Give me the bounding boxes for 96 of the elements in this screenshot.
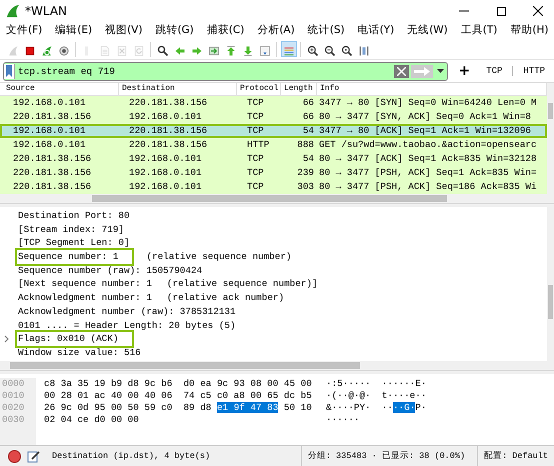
table-cell-text: 192.168.0.101 [12,138,87,152]
menu-item[interactable]: 工具(T) [458,22,500,39]
detail-note: (relative sequence number)] [166,277,318,292]
detail-line[interactable]: Destination Port: 80 [17,209,131,223]
table-cell-text: TCP [246,166,265,180]
ascii-text: &····PY· ·· [326,402,393,413]
table-cell-text: 80 → 3477 [PSH, ACK] Seq=186 Ack=835 Wi [318,180,538,194]
offset-label: 0000 [2,378,26,390]
hex-bytes: 50 10 [282,402,312,413]
packet-row[interactable]: 220.181.38.156 192.168.0.101 TCP 239 80 → 3477 [PSH, ACK] Seq=1 Ack=835 Win= [0,166,547,180]
table-cell-text: 192.168.0.101 [128,110,203,124]
table-cell-text: 220.181.38.156 [12,152,92,166]
detail-line[interactable]: [Next sequence number: 1 [17,277,153,292]
table-cell-text: 54 [302,124,315,138]
column-header[interactable]: Protocol [237,83,281,95]
menu-item[interactable]: 文件(F) [3,22,46,39]
table-cell-text: TCP [246,110,265,124]
detail-note: (relative sequence number) [146,250,292,264]
detail-line[interactable]: 0101 .... = Header Length: 20 bytes (5) [17,318,237,332]
menu-item[interactable]: 分析(A) [254,22,298,39]
detail-line[interactable]: Acknowledgment number (raw): 3785312131 [17,304,237,319]
table-cell-text: 54 [302,152,315,166]
ascii-text: P· [415,402,426,413]
column-header[interactable]: Source [3,83,119,95]
table-cell-text: 66 [302,110,315,124]
table-cell-text: 303 [296,180,315,194]
table-cell-text: 3477 → 80 [SYN] Seq=0 Win=64240 Len=0 M [318,96,538,110]
table-cell-text: 80 → 3477 [SYN, ACK] Seq=0 Ack=1 Win=8 [318,110,532,124]
offset-label: 0030 [2,414,26,426]
packet-row[interactable]: 192.168.0.101 220.181.38.156 HTTP 888 GET /su?wd=www.taobao.&action=opensearc [0,138,547,152]
filter-button[interactable]: TCP [480,66,508,76]
table-cell-text: 80 → 3477 [PSH, ACK] Seq=1 Ack=835 Win= [318,166,538,180]
hex-bytes: e1 9f 47 83 [216,402,278,413]
detail-line[interactable]: Window size value: 516 [17,346,142,360]
detail-line[interactable]: [Stream index: 719] [17,222,126,236]
detail-line[interactable]: Flags: 0x010 (ACK) [17,332,132,346]
menu-item[interactable]: 编辑(E) [52,22,96,39]
table-cell-text: 220.181.38.156 [128,96,208,110]
packet-row[interactable]: 192.168.0.101 220.181.38.156 TCP 66 3477 → 80 [SYN] Seq=0 Win=64240 Len=0 M [0,96,547,110]
table-cell-text: TCP [246,152,265,166]
table-cell-text: 192.168.0.101 [128,166,203,180]
window-title: *WLAN [25,4,68,18]
menu-item[interactable]: 统计(S) [304,22,348,39]
table-cell-text: 220.181.38.156 [128,124,208,138]
hex-bytes: 02 04 ce d0 00 00 [44,414,139,425]
table-cell-text: 192.168.0.101 [128,180,203,194]
menu-item[interactable]: 电话(Y) [354,22,398,39]
profile-label[interactable]: 配置: Default [477,446,554,466]
menu-item[interactable]: 视图(V) [102,22,146,39]
packet-count: 分组: 335483 · 已显示: 38 (0.0%) [300,446,472,466]
table-cell-text: TCP [246,96,265,110]
offset-label: 0020 [2,402,26,414]
ascii-text: ·:5····· ······E· [326,378,426,389]
packet-row[interactable]: 220.181.38.156 192.168.0.101 TCP 66 80 → 3477 [SYN, ACK] Seq=0 Ack=1 Win=8 [0,110,547,124]
ascii-text: ··G· [392,402,416,413]
menu-item[interactable]: 跳转(G) [152,22,197,39]
hex-bytes: 00 28 01 ac 40 00 40 06 74 c5 c0 a8 00 65 dc b5 [44,390,312,401]
detail-note: (relative ack number) [166,291,284,305]
column-header[interactable]: Destination [119,83,237,95]
table-cell-text: 66 [302,96,315,110]
table-cell-text: 192.168.0.101 [12,96,87,110]
table-cell-text: 220.181.38.156 [12,166,92,180]
packet-row[interactable]: 192.168.0.101 220.181.38.156 TCP 54 3477 → 80 [ACK] Seq=1 Ack=1 Win=132096 [0,124,547,138]
menu-item[interactable]: 无线(W) [404,22,451,39]
table-cell-text: 192.168.0.101 [128,152,203,166]
detail-line[interactable]: Acknowledgment number: 1 [17,291,153,305]
table-cell-text: 220.181.38.156 [128,138,208,152]
table-cell-text: 239 [296,166,315,180]
table-cell-text: TCP [246,124,265,138]
packet-row[interactable]: 220.181.38.156 192.168.0.101 TCP 303 80 → 3477 [PSH, ACK] Seq=186 Ack=835 Wi [0,180,547,194]
table-cell-text: TCP [246,180,265,194]
menu-item[interactable]: 帮助(H) [507,22,552,39]
table-cell-text: 192.168.0.101 [12,124,87,138]
hex-bytes: c8 3a 35 19 b9 d8 9c b6 d0 ea 9c 93 08 00 45 00 [44,378,312,389]
offset-label: 0010 [2,390,26,402]
table-cell-text: GET /su?wd=www.taobao.&action=opensearc [318,138,538,152]
ascii-text: ·(··@·@· t····e·· [326,390,426,401]
table-cell-text: 220.181.38.156 [12,180,92,194]
table-cell-text: 888 [296,138,315,152]
detail-line[interactable]: [TCP Segment Len: 0] [17,236,131,250]
menu-item[interactable]: 捕获(C) [204,22,248,39]
table-cell-text: 3477 → 80 [ACK] Seq=1 Ack=1 Win=132096 [318,124,532,138]
table-cell-text: HTTP [246,138,270,152]
detail-line[interactable]: Sequence number (raw): 1505790424 [17,264,204,278]
detail-line[interactable]: Sequence number: 1 [17,250,132,264]
filter-button[interactable]: + [452,63,476,79]
table-cell-text: 220.181.38.156 [12,110,92,124]
hex-bytes: 26 9c 0d 95 00 50 59 c0 89 d8 [44,402,212,413]
ascii-text: ······ [326,414,360,425]
column-header[interactable]: Length [281,83,317,95]
display-filter-field[interactable]: tcp.stream eq 719 [3,62,448,80]
status-text: Destination (ip.dst), 4 byte(s) [52,451,212,461]
filter-button[interactable]: HTTP [517,66,551,76]
display-filter-input[interactable]: tcp.stream eq 719 [15,64,394,78]
packet-row[interactable]: 220.181.38.156 192.168.0.101 TCP 54 80 → 3477 [ACK] Seq=1 Ack=835 Win=32128 [0,152,547,166]
table-cell-text: 80 → 3477 [ACK] Seq=1 Ack=835 Win=32128 [318,152,538,166]
